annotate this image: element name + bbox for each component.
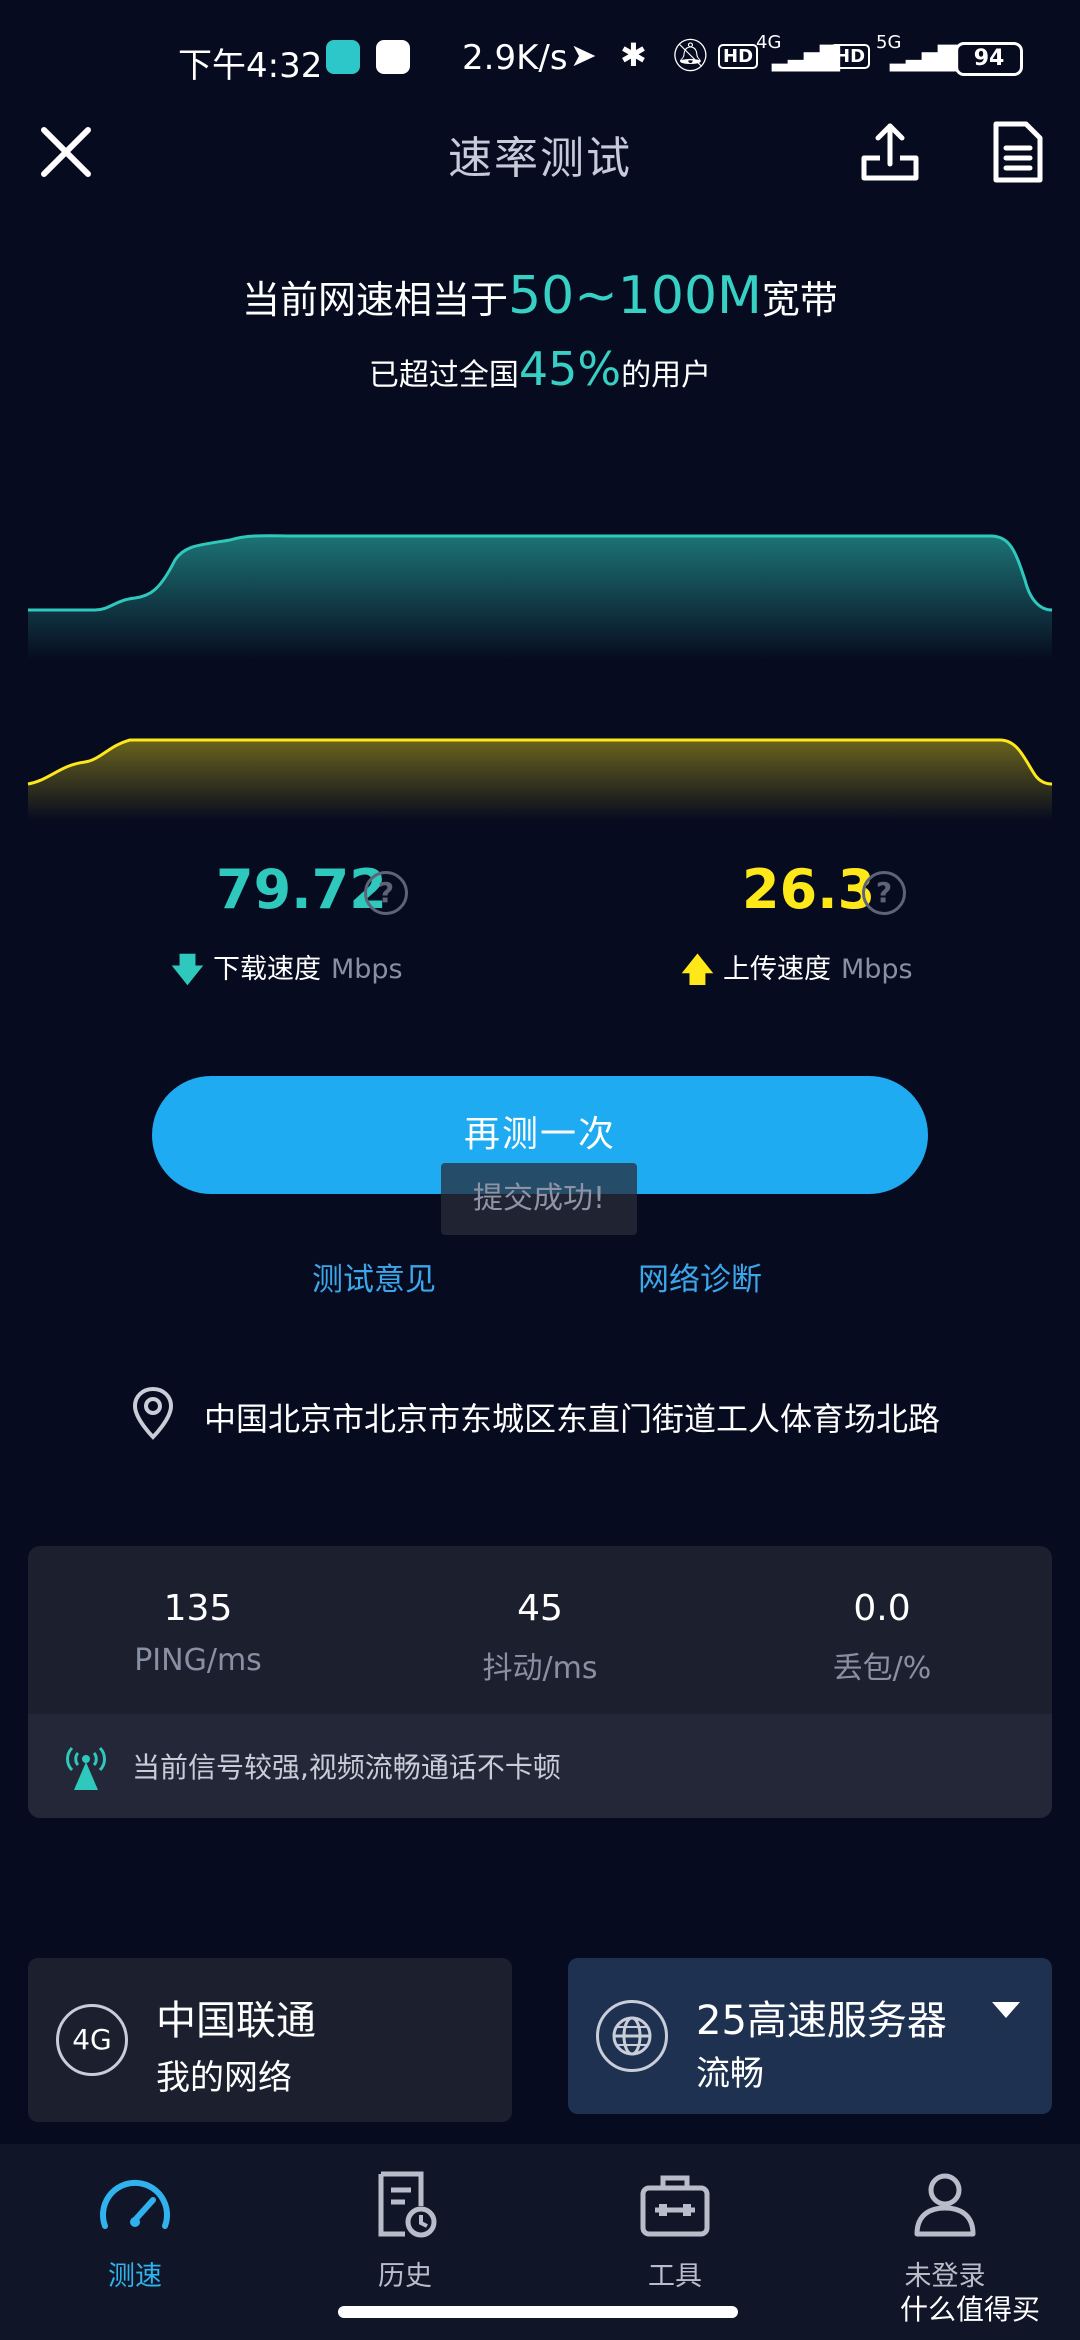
upload-arrow-icon: 🡅 — [680, 950, 715, 990]
status-time: 下午4:32 — [178, 46, 323, 86]
upload-curve-fill — [28, 740, 1052, 820]
speedometer-icon — [100, 2179, 170, 2229]
ping-label: PING/ms — [134, 1643, 262, 1678]
nav-login[interactable]: 未登录 — [845, 2170, 1045, 2293]
nav-history[interactable]: 历史 — [305, 2170, 505, 2293]
upload-label-text: 上传速度 — [722, 954, 831, 985]
upload-speed-value: 26.3 — [742, 858, 876, 921]
upload-label: 🡅 上传速度 Mbps — [680, 946, 913, 1003]
nav-tools-label: 工具 — [648, 2261, 702, 2292]
mute-bell-icon: 🔕︎ — [670, 36, 711, 74]
signal-bars-icon-2: ▂▃▅▇ — [890, 42, 958, 72]
bluetooth-icon: ✱ — [620, 36, 647, 74]
submit-success-toast: 提交成功! — [441, 1163, 637, 1235]
summary-line2-prefix: 已超过全国 — [368, 358, 519, 393]
download-help-icon[interactable]: ? — [364, 871, 408, 915]
history-icon — [378, 2171, 437, 2238]
health-app-icon — [376, 40, 410, 74]
carrier-network: 我的网络 — [156, 2058, 292, 2098]
diagnose-link[interactable]: 网络诊断 — [638, 1254, 762, 1299]
ping-value: 135 — [163, 1588, 233, 1629]
jitter-value: 45 — [517, 1588, 563, 1629]
packet-loss-label: 丢包/% — [832, 1651, 932, 1686]
nav-speed-test[interactable]: 测速 — [35, 2170, 235, 2293]
carrier-card[interactable]: 4G 中国联通 我的网络 — [28, 1958, 512, 2122]
download-label-text: 下载速度 — [212, 954, 321, 985]
nav-history-label: 历史 — [378, 2261, 432, 2292]
nav-tools[interactable]: 工具 — [575, 2170, 775, 2293]
status-net-speed: 2.9K/s — [462, 38, 568, 78]
national-rank: 已超过全国45%的用户 — [0, 342, 1080, 396]
packet-loss-stat: 0.0 丢包/% — [712, 1588, 1052, 1687]
report-button[interactable] — [990, 120, 1046, 184]
packet-loss-value: 0.0 — [853, 1588, 911, 1629]
upload-help-icon[interactable]: ? — [862, 871, 906, 915]
ping-stat: 135 PING/ms — [28, 1588, 368, 1678]
signal-tower-icon — [66, 1746, 106, 1790]
broadband-equivalent: 当前网速相当于50~100M宽带 — [0, 266, 1080, 326]
home-indicator[interactable] — [338, 2306, 738, 2318]
status-bar: 下午4:32 2.9K/s ➤ ✱ 🔕︎ HD 4G ▂▃▅▇ HD 5G ▂▃… — [0, 30, 1080, 90]
globe-icon — [596, 2000, 668, 2072]
location-pin-icon — [132, 1386, 174, 1440]
signal-bars-icon-1: ▂▃▅▇ — [772, 42, 840, 72]
toolbox-icon — [640, 2175, 710, 2237]
download-label: 🡇 下载速度 Mbps — [170, 946, 403, 1003]
server-selector[interactable]: 25高速服务器 流畅 — [568, 1958, 1052, 2114]
battery-icon: 94 — [955, 42, 1023, 76]
location-arrow-icon: ➤ — [570, 36, 597, 74]
download-speed-value: 79.72 — [216, 858, 387, 921]
watermark: 什么值得买 — [900, 2293, 1041, 2326]
hd-badge-2: HD — [830, 44, 871, 69]
network-stats-card: 135 PING/ms 45 抖动/ms 0.0 丢包/% 当前信号较强,视频流… — [28, 1546, 1052, 1818]
jitter-stat: 45 抖动/ms — [370, 1588, 710, 1687]
document-icon — [993, 121, 1043, 183]
download-unit: Mbps — [330, 954, 403, 985]
location-address: 中国北京市北京市东城区东直门街道工人体育场北路 — [204, 1400, 941, 1438]
signal-message: 当前信号较强,视频流畅通话不卡顿 — [132, 1751, 561, 1784]
network-4g-badge: 4G — [56, 2004, 128, 2076]
broadband-range: 50~100M — [508, 266, 762, 326]
user-icon — [914, 2173, 976, 2237]
summary-line1-suffix: 宽带 — [761, 278, 838, 322]
summary-line2-suffix: 的用户 — [621, 358, 712, 393]
carrier-name: 中国联通 — [156, 1998, 316, 2044]
download-arrow-icon: 🡇 — [170, 950, 205, 990]
speed-curves — [27, 534, 1053, 820]
signal-quality-row: 当前信号较强,视频流畅通话不卡顿 — [28, 1714, 1052, 1818]
upload-unit: Mbps — [840, 954, 913, 985]
globe-svg — [612, 2016, 652, 2056]
summary-line1-prefix: 当前网速相当于 — [242, 278, 509, 322]
share-icon — [861, 123, 919, 181]
jitter-label: 抖动/ms — [482, 1651, 598, 1686]
nav-speed-label: 测速 — [108, 2261, 162, 2292]
rank-percent: 45% — [518, 342, 622, 396]
share-button[interactable] — [860, 120, 920, 184]
chevron-down-icon[interactable] — [992, 2002, 1020, 2018]
feedback-link[interactable]: 测试意见 — [312, 1254, 436, 1299]
server-name: 25高速服务器 — [696, 1998, 947, 2044]
hd-badge-1: HD — [718, 44, 759, 69]
server-quality: 流畅 — [696, 2054, 764, 2094]
navigation-app-icon — [326, 40, 360, 74]
